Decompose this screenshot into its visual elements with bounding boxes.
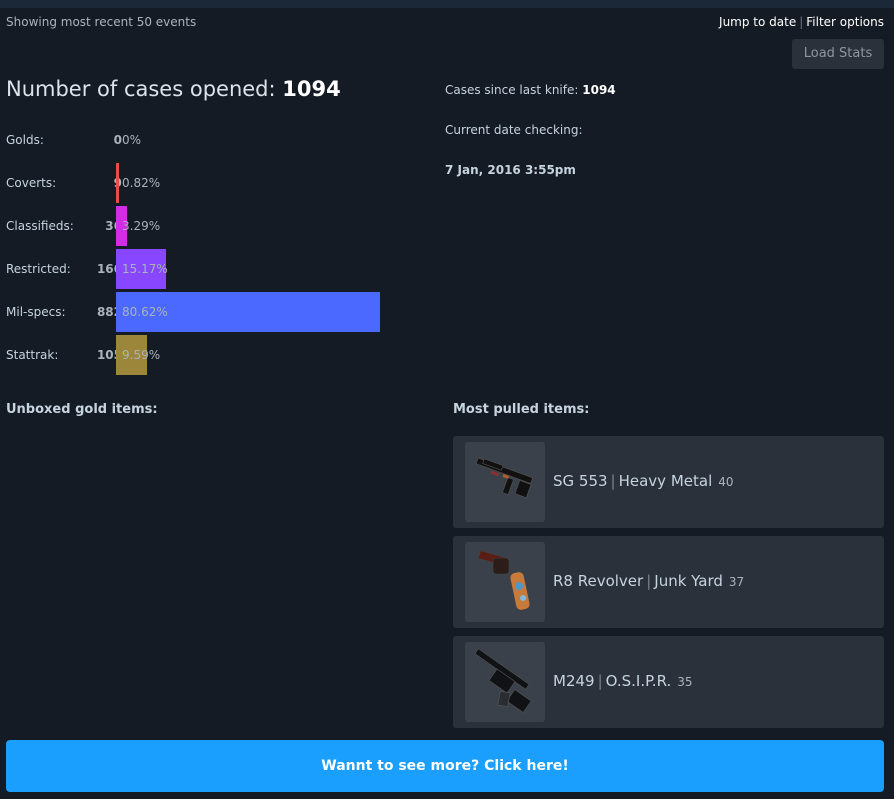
- item-weapon: R8 Revolver: [553, 572, 644, 590]
- rarity-row: Golds: 0 0%: [6, 120, 406, 160]
- revolver-icon: [465, 550, 545, 626]
- rarity-row: Mil-specs: 882 80.62%: [6, 292, 406, 332]
- machine-gun-icon: [465, 648, 545, 726]
- top-links: Jump to date | Filter options: [719, 15, 884, 29]
- rarity-label: Classifieds:: [6, 219, 74, 233]
- rarity-percent: 9.59%: [122, 348, 161, 362]
- since-knife-value: 1094: [582, 83, 616, 97]
- item-count: 37: [728, 575, 745, 589]
- filter-options-link[interactable]: Filter options: [806, 15, 884, 29]
- item-thumbnail: [465, 542, 545, 622]
- item-separator: |: [646, 572, 652, 590]
- item-separator: |: [610, 472, 616, 490]
- rarity-percent: 3.29%: [122, 219, 161, 233]
- rarity-row: Coverts:90.82%: [6, 163, 406, 203]
- item-thumbnail: [465, 642, 545, 722]
- item-weapon: M249: [553, 672, 595, 690]
- rarity-label: Golds:: [6, 133, 44, 147]
- rarity-row: Stattrak: 105 9.59%: [6, 335, 406, 375]
- rifle-icon: [465, 457, 545, 526]
- item-weapon: SG 553: [553, 472, 608, 490]
- item-name: R8 Revolver | Junk Yard 37: [553, 572, 744, 590]
- rarity-bar: [116, 163, 119, 203]
- since-knife-label: Cases since last knife:: [445, 83, 579, 97]
- item-thumbnail: [465, 442, 545, 522]
- pulled-item-card[interactable]: M249 | O.S.I.P.R. 35: [453, 636, 884, 728]
- rarity-percent: 0.82%: [122, 176, 161, 190]
- item-name: SG 553 | Heavy Metal 40: [553, 472, 734, 490]
- rarity-label: Restricted:: [6, 262, 71, 276]
- rarity-label: Coverts:: [6, 176, 57, 190]
- since-knife-info: Cases since last knife: 1094: [445, 83, 616, 97]
- cases-opened-label: Number of cases opened:: [6, 77, 276, 101]
- cases-opened-value: 1094: [282, 77, 341, 101]
- see-more-button[interactable]: Wannt to see more? Click here!: [6, 740, 884, 792]
- rarity-count: 0: [113, 133, 122, 147]
- item-count: 40: [718, 475, 734, 489]
- jump-to-date-link[interactable]: Jump to date: [719, 15, 796, 29]
- showing-events-text: Showing most recent 50 events: [6, 15, 197, 29]
- load-stats-button[interactable]: Load Stats: [792, 39, 884, 69]
- rarity-percent: 15.17%: [122, 262, 168, 276]
- gold-items-title: Unboxed gold items:: [6, 402, 158, 417]
- item-skin: O.S.I.P.R.: [605, 672, 672, 690]
- rarity-label: Mil-specs:: [6, 305, 66, 319]
- rarity-percent: 80.62%: [122, 305, 168, 319]
- rarity-label: Stattrak:: [6, 348, 59, 362]
- item-separator: |: [597, 672, 603, 690]
- current-date-value: 7 Jan, 2016 3:55pm: [445, 163, 576, 177]
- link-separator: |: [799, 15, 804, 29]
- date-checking-label: Current date checking:: [445, 123, 583, 137]
- item-count: 35: [677, 675, 693, 689]
- rarity-row: Restricted: 166 15.17%: [6, 249, 406, 289]
- pulled-item-card[interactable]: R8 Revolver | Junk Yard 37: [453, 536, 884, 628]
- item-skin: Junk Yard: [654, 572, 723, 590]
- pulled-item-card[interactable]: SG 553 | Heavy Metal 40: [453, 436, 884, 528]
- item-skin: Heavy Metal: [618, 472, 713, 490]
- rarity-percent: 0%: [122, 133, 142, 147]
- rarity-row: Classifieds: 36 3.29%: [6, 206, 406, 246]
- most-pulled-title: Most pulled items:: [453, 402, 590, 417]
- item-name: M249 | O.S.I.P.R. 35: [553, 672, 693, 690]
- top-strip: [0, 0, 894, 8]
- cases-opened-heading: Number of cases opened: 1094: [6, 77, 341, 101]
